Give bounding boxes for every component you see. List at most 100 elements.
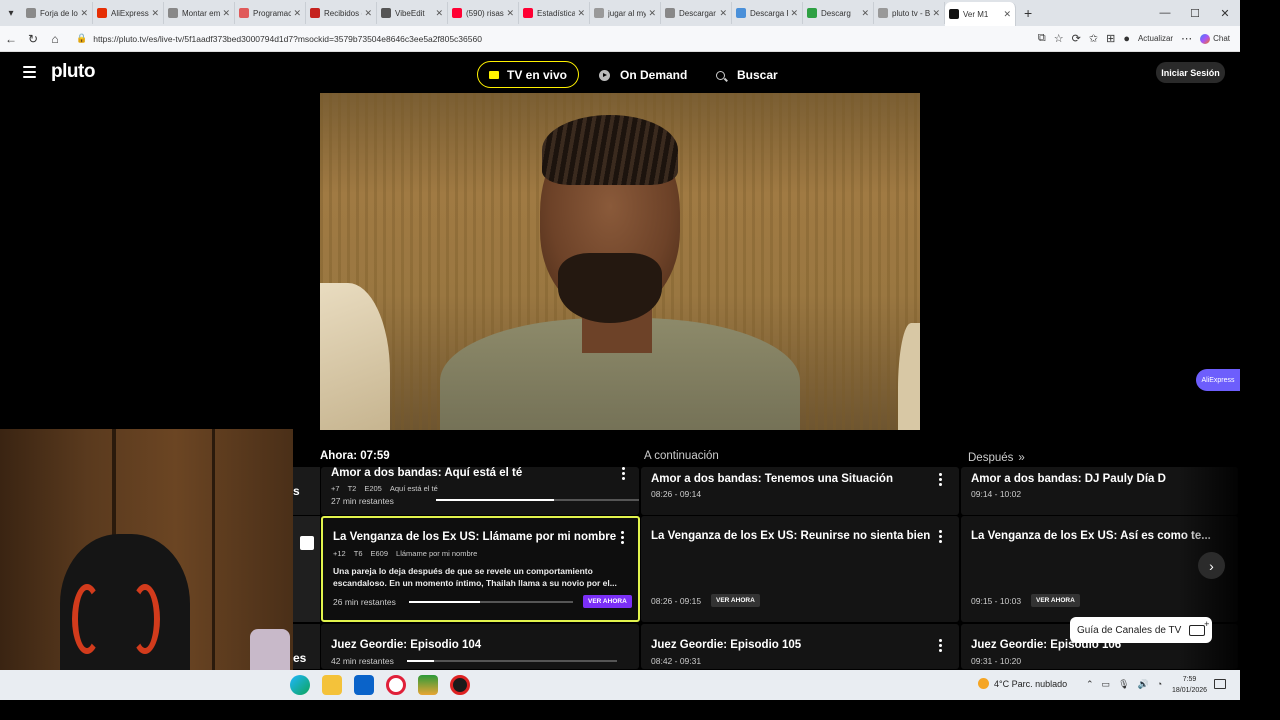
tab-close-icon[interactable]: ✕ bbox=[790, 8, 798, 19]
browser-tab[interactable]: Programaci ✕ bbox=[235, 2, 306, 24]
back-icon[interactable]: ← bbox=[0, 28, 22, 50]
tab-close-icon[interactable]: ✕ bbox=[719, 8, 727, 19]
watch-now-button[interactable]: VER AHORA bbox=[711, 594, 760, 607]
program-cell-next[interactable]: Amor a dos bandas: Tenemos una Situación… bbox=[641, 467, 959, 515]
tab-close-icon[interactable]: ✕ bbox=[932, 8, 940, 19]
watch-now-button[interactable]: VER AHORA bbox=[583, 595, 632, 608]
opera-icon[interactable] bbox=[386, 675, 406, 695]
more-options-icon[interactable] bbox=[621, 531, 624, 546]
tab-title: Ver M1 bbox=[963, 9, 989, 19]
tab-close-icon[interactable]: ✕ bbox=[506, 8, 514, 19]
sign-in-button[interactable]: Iniciar Sesión bbox=[1156, 62, 1225, 83]
collections-icon[interactable]: ⊞ bbox=[1106, 32, 1115, 45]
tab-title: Programaci bbox=[253, 8, 292, 18]
tab-favicon-icon bbox=[594, 8, 604, 18]
channel-guide-button[interactable]: Guía de Canales de TV bbox=[1070, 617, 1212, 643]
nav-search[interactable]: Buscar bbox=[716, 68, 778, 82]
home-icon[interactable]: ⌂ bbox=[44, 28, 66, 50]
guide-header-later[interactable]: Después » bbox=[968, 450, 1025, 466]
program-cell-next[interactable]: Juez Geordie: Episodio 105 08:42 - 09:31 bbox=[641, 624, 959, 669]
taskbar-weather[interactable]: 4°C Parc. nublado bbox=[978, 678, 1067, 689]
minimize-button[interactable]: — bbox=[1150, 0, 1180, 26]
more-options-icon[interactable] bbox=[939, 530, 942, 545]
more-options-icon[interactable] bbox=[622, 467, 625, 482]
nav-on-demand[interactable]: On Demand bbox=[599, 68, 687, 82]
more-options-icon[interactable]: ⋯ bbox=[1181, 32, 1192, 45]
channel-tile[interactable]: es bbox=[293, 624, 320, 669]
tab-close-icon[interactable]: ✕ bbox=[577, 8, 585, 19]
split-screen-icon[interactable]: ⧉ bbox=[1038, 32, 1046, 45]
copilot-chat-button[interactable]: Chat bbox=[1200, 33, 1230, 44]
browser-tab[interactable]: Estadísticas✕ bbox=[519, 2, 590, 24]
tab-close-icon[interactable]: ✕ bbox=[151, 8, 159, 19]
browser-tab[interactable]: Ver M1 ✕ bbox=[945, 2, 1016, 26]
tab-close-icon[interactable]: ✕ bbox=[1003, 9, 1011, 20]
browser-tab[interactable]: Descarg ✕ bbox=[803, 2, 874, 24]
edge-browser-icon[interactable] bbox=[290, 675, 310, 695]
hamburger-menu-icon[interactable] bbox=[23, 66, 36, 78]
tab-favicon-icon bbox=[168, 8, 178, 18]
extensions-icon[interactable]: ⟳ bbox=[1072, 32, 1081, 45]
favorites-icon[interactable]: ✩ bbox=[1089, 32, 1098, 45]
tab-close-icon[interactable]: ✕ bbox=[293, 8, 301, 19]
browser-tab[interactable]: Descarga R ✕ bbox=[732, 2, 803, 24]
wifi-icon[interactable]: ◔ bbox=[1157, 679, 1162, 690]
program-cell-now[interactable]: Amor a dos bandas: Aquí está el té +7 T2… bbox=[321, 467, 639, 515]
program-cell-next[interactable]: La Venganza de los Ex US: Reunirse no si… bbox=[641, 516, 959, 622]
video-player[interactable] bbox=[320, 93, 920, 430]
tab-close-icon[interactable]: ✕ bbox=[222, 8, 230, 19]
app-icon[interactable] bbox=[418, 675, 438, 695]
update-button[interactable]: Actualizar bbox=[1138, 34, 1173, 43]
program-cell-now-selected[interactable]: La Venganza de los Ex US: Llámame por mi… bbox=[321, 516, 640, 622]
tab-close-icon[interactable]: ✕ bbox=[435, 8, 443, 19]
profile-avatar-icon[interactable]: ● bbox=[1123, 33, 1130, 45]
watch-now-button[interactable]: VER AHORA bbox=[1031, 594, 1080, 607]
program-time: 09:31 - 10:20 bbox=[971, 656, 1022, 666]
browser-tab[interactable]: Forja de los ✕ bbox=[22, 2, 93, 24]
program-cell-now[interactable]: Juez Geordie: Episodio 104 42 min restan… bbox=[321, 624, 639, 669]
browser-tab[interactable]: Descargar N✕ bbox=[661, 2, 732, 24]
maximize-button[interactable]: ☐ bbox=[1180, 0, 1210, 26]
browser-tab[interactable]: pluto tv - B ✕ bbox=[874, 2, 945, 24]
recorder-icon[interactable] bbox=[450, 675, 470, 695]
guide-next-arrow-icon[interactable]: › bbox=[1198, 552, 1225, 579]
tab-title: jugar al my bbox=[608, 8, 647, 18]
notifications-icon[interactable] bbox=[1214, 679, 1226, 689]
browser-tab[interactable]: VibeEdit ✕ bbox=[377, 2, 448, 24]
tab-close-icon[interactable]: ✕ bbox=[364, 8, 372, 19]
tab-favicon-icon bbox=[523, 8, 533, 18]
clock-date: 18/01/2026 bbox=[1172, 687, 1208, 694]
network-icon[interactable]: ▭ bbox=[1102, 679, 1111, 690]
channel-tile[interactable] bbox=[293, 516, 320, 622]
channel-tile[interactable]: s bbox=[293, 467, 320, 515]
refresh-icon[interactable]: ↻ bbox=[22, 28, 44, 50]
tab-close-icon[interactable]: ✕ bbox=[861, 8, 869, 19]
browser-tab[interactable]: AliExpress ✕ bbox=[93, 2, 164, 24]
browser-tab[interactable]: Recibidos (1✕ bbox=[306, 2, 377, 24]
tab-close-icon[interactable]: ✕ bbox=[648, 8, 656, 19]
microphone-icon[interactable]: 🎙 bbox=[1118, 679, 1129, 690]
outlook-icon[interactable] bbox=[354, 675, 374, 695]
volume-icon[interactable]: 🔊 bbox=[1138, 679, 1149, 690]
file-explorer-icon[interactable] bbox=[322, 675, 342, 695]
more-options-icon[interactable] bbox=[939, 639, 942, 654]
url-field[interactable]: 🔒 https://pluto.tv/es/live-tv/5f1aadf373… bbox=[72, 29, 972, 49]
aliexpress-extension-badge[interactable]: AliExpress bbox=[1196, 369, 1240, 391]
double-chevron-right-icon[interactable]: » bbox=[1018, 452, 1024, 464]
tab-actions-menu-icon[interactable]: ▾ bbox=[0, 0, 22, 26]
browser-tab[interactable]: Montar em ✕ bbox=[164, 2, 235, 24]
taskbar-clock[interactable]: 7:59 18/01/2026 bbox=[1172, 674, 1207, 696]
favorite-star-icon[interactable]: ☆ bbox=[1054, 32, 1064, 45]
close-window-button[interactable]: ✕ bbox=[1210, 0, 1240, 26]
chevron-up-icon[interactable]: ⌃ bbox=[1086, 679, 1094, 690]
browser-tab[interactable]: jugar al my ✕ bbox=[590, 2, 661, 24]
browser-tab[interactable]: (590) risas y✕ bbox=[448, 2, 519, 24]
video-person-beard bbox=[558, 253, 662, 323]
more-options-icon[interactable] bbox=[939, 473, 942, 488]
nav-live-tv[interactable]: TV en vivo bbox=[477, 61, 579, 88]
new-tab-button[interactable]: + bbox=[1016, 5, 1040, 21]
tab-close-icon[interactable]: ✕ bbox=[80, 8, 88, 19]
episode: E205 bbox=[364, 484, 382, 493]
screen: ▾ Forja de los ✕ AliExpress ✕ Montar em ✕ Prog… bbox=[0, 0, 1280, 720]
pluto-logo[interactable]: pluto bbox=[51, 61, 95, 83]
